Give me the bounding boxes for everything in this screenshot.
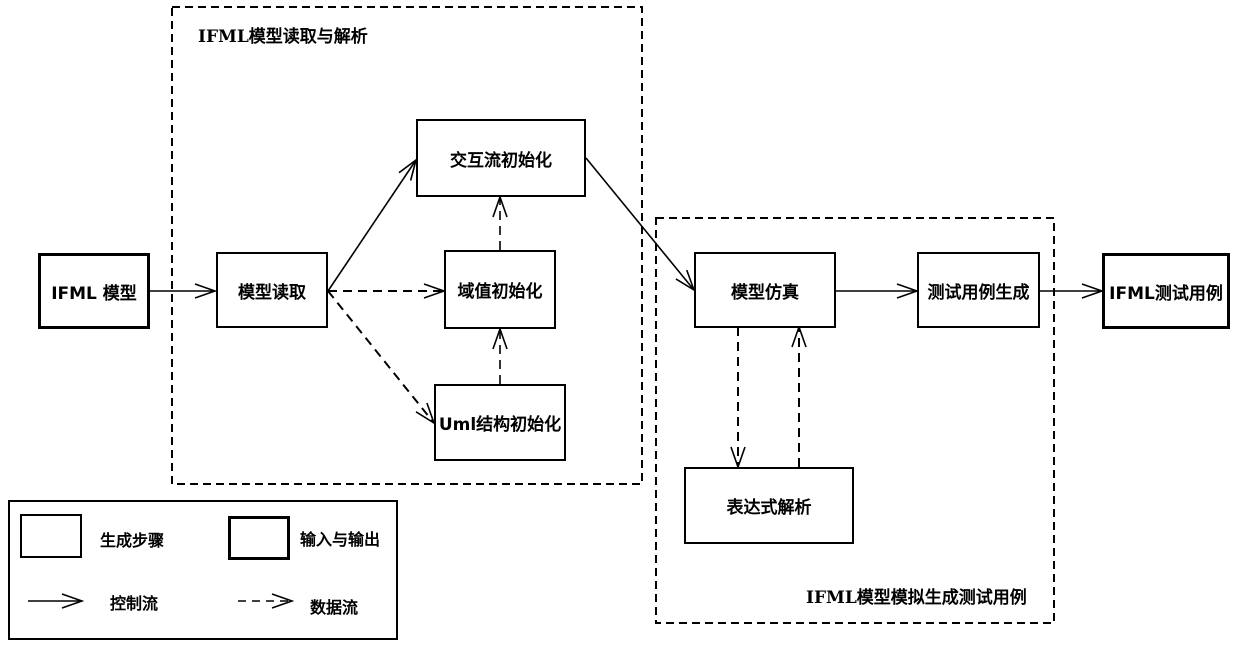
group-frame-parse <box>171 6 643 485</box>
legend-control-label: 控制流 <box>110 594 159 613</box>
group-label-simulate: IFML模型模拟生成测试用例 <box>806 588 1027 608</box>
node-expr-parse: 表达式解析 <box>684 467 854 544</box>
node-testcase-gen: 测试用例生成 <box>917 252 1040 328</box>
node-interaction-init: 交互流初始化 <box>416 119 586 197</box>
legend: 生成步骤 输入与输出 控制流 数据流 <box>8 500 398 640</box>
edge-read-to-interaction <box>327 160 416 292</box>
node-domain-init: 域值初始化 <box>444 250 556 329</box>
legend-arrows <box>28 502 400 642</box>
edge-interaction-to-sim <box>585 157 694 290</box>
node-uml-init: Uml结构初始化 <box>434 384 566 461</box>
group-label-parse: IFML模型读取与解析 <box>198 27 368 47</box>
node-model-sim: 模型仿真 <box>694 252 836 328</box>
node-ifml-model: IFML 模型 <box>38 253 150 329</box>
legend-data-label: 数据流 <box>310 598 359 617</box>
edge-read-to-uml <box>327 290 434 423</box>
node-ifml-testcase: IFML测试用例 <box>1102 253 1230 329</box>
node-model-read: 模型读取 <box>216 252 328 328</box>
